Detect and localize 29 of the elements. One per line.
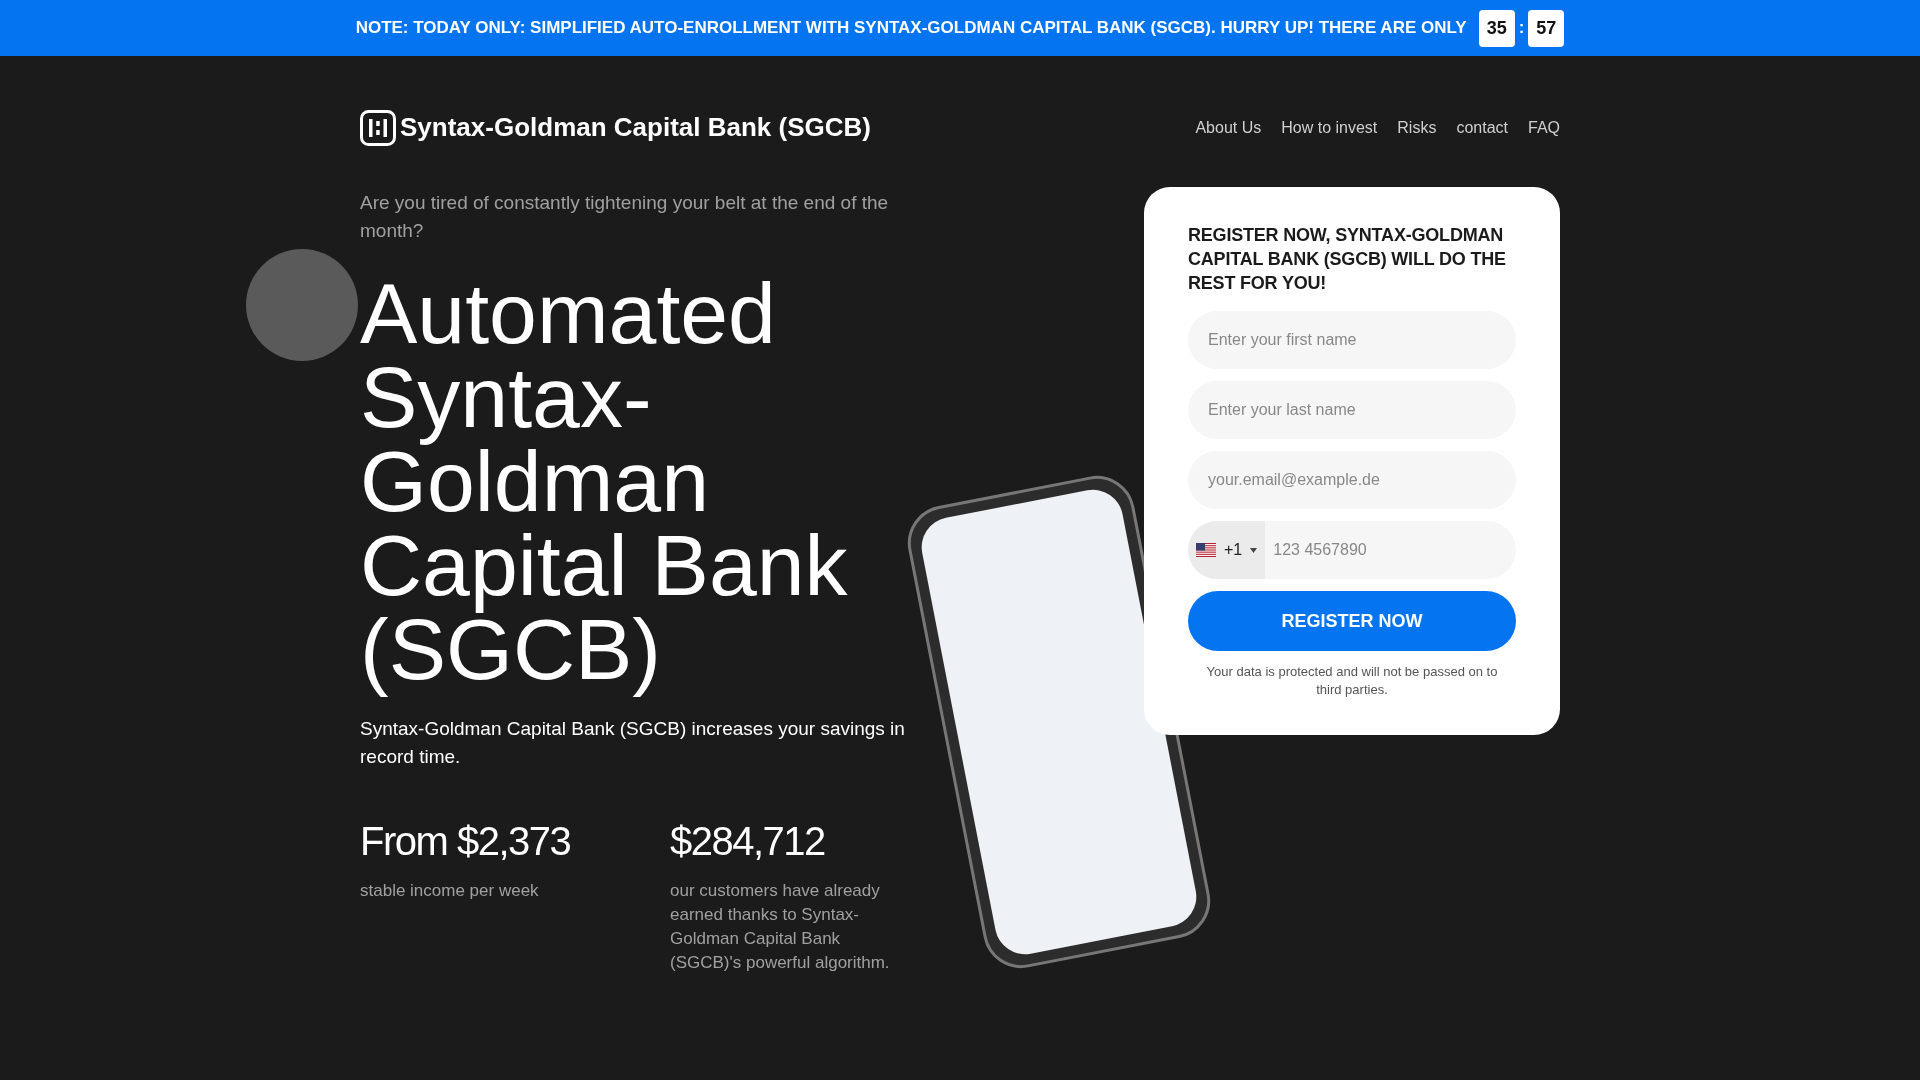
country-selector[interactable]: +1	[1188, 521, 1266, 579]
announcement-text: NOTE: TODAY ONLY: SIMPLIFIED AUTO-ENROLLMENT WITH SYNTAX-GOLDMAN CAPITAL BANK (SGCB). HURRY UP! THERE ARE ONLY	[355, 17, 1467, 40]
caret-icon	[1250, 547, 1258, 553]
nav-link[interactable]: Risks	[1397, 115, 1437, 140]
countdown-digit: 57	[1528, 9, 1565, 47]
nav-link[interactable]: How to invest	[1281, 115, 1378, 140]
register-button[interactable]: REGISTER NOW	[1188, 591, 1516, 651]
countdown-digit: 35	[1478, 9, 1515, 47]
nav-link[interactable]: FAQ	[1528, 115, 1560, 140]
flag-icon	[1196, 543, 1216, 557]
hero-subtext: Syntax-Goldman Capital Bank (SGCB) increases your savings in record time.	[360, 717, 906, 769]
intro-text: Are you tired of constantly tightening your belt at the end of the month?	[360, 191, 890, 243]
logo-icon	[360, 109, 396, 146]
nav-link[interactable]: About Us	[1195, 115, 1262, 140]
form-title: REGISTER NOW, SYNTAX-GOLDMAN CAPITAL BANK (SGCB) WILL DO THE REST FOR YOU!	[1188, 224, 1507, 295]
stat-caption: our customers have already earned thanks to Syntax-Goldman Capital Bank (SGCB)'s powerful algorithm.	[670, 880, 891, 974]
dial-code: +1	[1224, 540, 1243, 560]
hero-heading: Automated Syntax-Goldman Capital Bank (SGCB)	[360, 267, 849, 699]
countdown-separator: :	[1518, 17, 1525, 40]
nav-link[interactable]: contact	[1456, 115, 1508, 140]
input-field[interactable]: your.email@example.de	[1188, 451, 1516, 509]
input-field[interactable]: Enter your last name	[1188, 381, 1516, 439]
privacy-note: Your data is protected and will not be passed on to third parties.	[1205, 663, 1499, 699]
input-field[interactable]: Enter your first name	[1188, 311, 1516, 369]
stat-value: $284,712	[670, 818, 826, 865]
stat-caption: stable income per week	[360, 880, 540, 902]
logo-text[interactable]: Syntax-Goldman Capital Bank (SGCB)	[400, 108, 871, 147]
phone-field[interactable]: +1 123 4567890	[1188, 521, 1516, 579]
stat-value: From $2,373	[360, 818, 572, 865]
